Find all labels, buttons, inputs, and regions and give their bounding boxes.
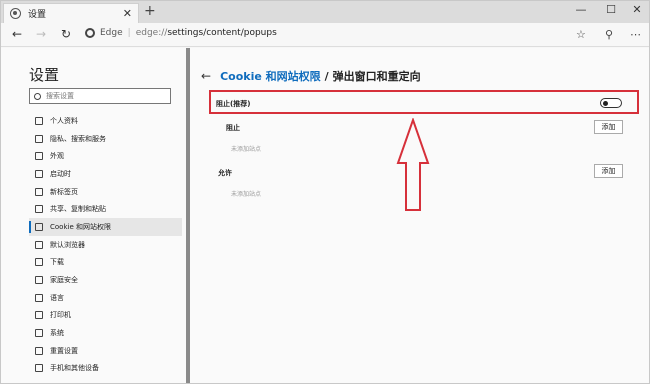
power-icon [35,169,43,178]
block-section-title: 阻止 [226,124,240,132]
sidebar-item-label: 家庭安全 [50,276,78,285]
feedback-icon[interactable]: ⚲ [605,28,613,41]
refresh-icon[interactable]: ↻ [58,27,74,41]
block-popups-toggle[interactable] [600,98,622,108]
sidebar-item-phone-devices[interactable]: 手机和其他设备 [29,360,182,378]
breadcrumb-link[interactable]: Cookie 和网站权限 [220,68,321,84]
sidebar-item-cookies-permissions[interactable]: Cookie 和网站权限 [29,218,182,236]
sidebar-item-label: Cookie 和网站权限 [50,222,111,231]
printer-icon [35,311,43,320]
sidebar-scrollbar[interactable] [186,48,190,383]
page-header: ← Cookie 和网站权限 / 弹出窗口和重定向 [201,68,421,84]
main-panel: ← Cookie 和网站权限 / 弹出窗口和重定向 阻止(推荐) 阻止 添加 未… [201,48,641,383]
download-icon [35,258,43,267]
sidebar-item-label: 共享、复制和粘贴 [50,205,106,214]
breadcrumb-separator: / [324,69,329,83]
sidebar-title: 设置 [29,66,60,84]
sidebar-item-label: 系统 [50,329,64,338]
sidebar-item-new-tab[interactable]: 新标签页 [29,183,182,201]
system-icon [35,329,43,338]
sidebar-nav: 个人资料 隐私、搜索和服务 外观 启动时 新标签页 共享、复制和粘贴 Cooki… [29,112,182,377]
new-tab-page-icon [35,187,43,196]
sidebar-item-label: 语言 [50,293,64,302]
tab-close-icon[interactable]: ✕ [123,7,132,20]
sidebar-item-default-browser[interactable]: 默认浏览器 [29,236,182,254]
back-arrow-icon[interactable]: ← [9,27,25,41]
language-icon [35,293,43,302]
sidebar-item-share-copy-paste[interactable]: 共享、复制和粘贴 [29,200,182,218]
sidebar-item-appearance[interactable]: 外观 [29,147,182,165]
browser-window: 设置 ✕ + — ☐ ✕ ← → ↻ Edge | edge:// settin… [0,0,650,384]
share-icon [35,205,43,214]
tab-title: 设置 [28,10,47,20]
sidebar-item-downloads[interactable]: 下载 [29,254,182,272]
block-empty-text: 未添加站点 [231,146,262,153]
sidebar-item-label: 隐私、搜索和服务 [50,134,106,143]
content-area: 设置 个人资料 隐私、搜索和服务 外观 启动时 新标签页 共享、复制和粘贴 Co… [1,48,649,383]
family-icon [35,276,43,285]
address-bar[interactable]: Edge | edge:// settings/content/popups [85,28,277,38]
minimize-button[interactable]: — [567,3,595,16]
sidebar-item-reset[interactable]: 重置设置 [29,342,182,360]
profile-icon [35,116,43,125]
favorite-star-icon[interactable]: ☆ [576,28,586,41]
sidebar-item-label: 打印机 [50,311,71,320]
back-arrow-icon[interactable]: ← [201,69,211,83]
sidebar-item-label: 下载 [50,258,64,267]
add-allow-site-button[interactable]: 添加 [594,164,623,178]
new-tab-button[interactable]: + [144,3,156,19]
sidebar-item-profiles[interactable]: 个人资料 [29,112,182,130]
address-path: settings/content/popups [167,28,277,38]
browser-icon [35,240,43,249]
close-window-button[interactable]: ✕ [623,3,649,16]
reset-icon [35,346,43,355]
tab-settings[interactable]: 设置 ✕ [3,3,139,23]
allow-empty-text: 未添加站点 [231,191,262,198]
address-separator: | [127,28,131,38]
search-input[interactable] [46,92,166,100]
sidebar-item-label: 重置设置 [50,346,78,355]
block-recommended-label: 阻止(推荐) [216,100,251,108]
sidebar-item-label: 默认浏览器 [50,240,85,249]
sidebar-item-startup[interactable]: 启动时 [29,165,182,183]
phone-icon [35,364,43,373]
annotation-up-arrow-icon [396,118,430,211]
sidebar-item-printers[interactable]: 打印机 [29,307,182,325]
lock-icon [35,134,43,143]
settings-sidebar: 设置 个人资料 隐私、搜索和服务 外观 启动时 新标签页 共享、复制和粘贴 Co… [19,48,187,383]
sidebar-item-label: 个人资料 [50,116,78,125]
sidebar-item-family-safety[interactable]: 家庭安全 [29,271,182,289]
sidebar-item-privacy[interactable]: 隐私、搜索和服务 [29,130,182,148]
title-bar: 设置 ✕ + — ☐ ✕ [1,1,649,23]
highlight-box [209,90,639,114]
site-permissions-icon [35,222,43,231]
settings-gear-icon [10,8,21,19]
toggle-knob [603,100,608,106]
appearance-icon [35,152,43,161]
search-box[interactable] [29,88,171,104]
add-block-site-button[interactable]: 添加 [594,120,623,134]
sidebar-item-system[interactable]: 系统 [29,324,182,342]
forward-arrow-icon[interactable]: → [33,27,49,41]
sidebar-item-label: 外观 [50,152,64,161]
address-brand: Edge [100,28,123,38]
address-host: edge:// [135,28,168,38]
more-menu-icon[interactable]: ⋯ [630,28,641,41]
sidebar-item-label: 手机和其他设备 [50,364,99,373]
navigation-bar: ← → ↻ Edge | edge:// settings/content/po… [1,23,649,47]
page-title: 弹出窗口和重定向 [332,70,421,83]
sidebar-item-label: 新标签页 [50,187,78,196]
maximize-button[interactable]: ☐ [597,3,625,16]
search-icon [34,92,41,100]
edge-logo-icon [85,28,95,38]
sidebar-item-languages[interactable]: 语言 [29,289,182,307]
sidebar-item-label: 启动时 [50,169,71,178]
allow-section-title: 允许 [218,169,232,177]
